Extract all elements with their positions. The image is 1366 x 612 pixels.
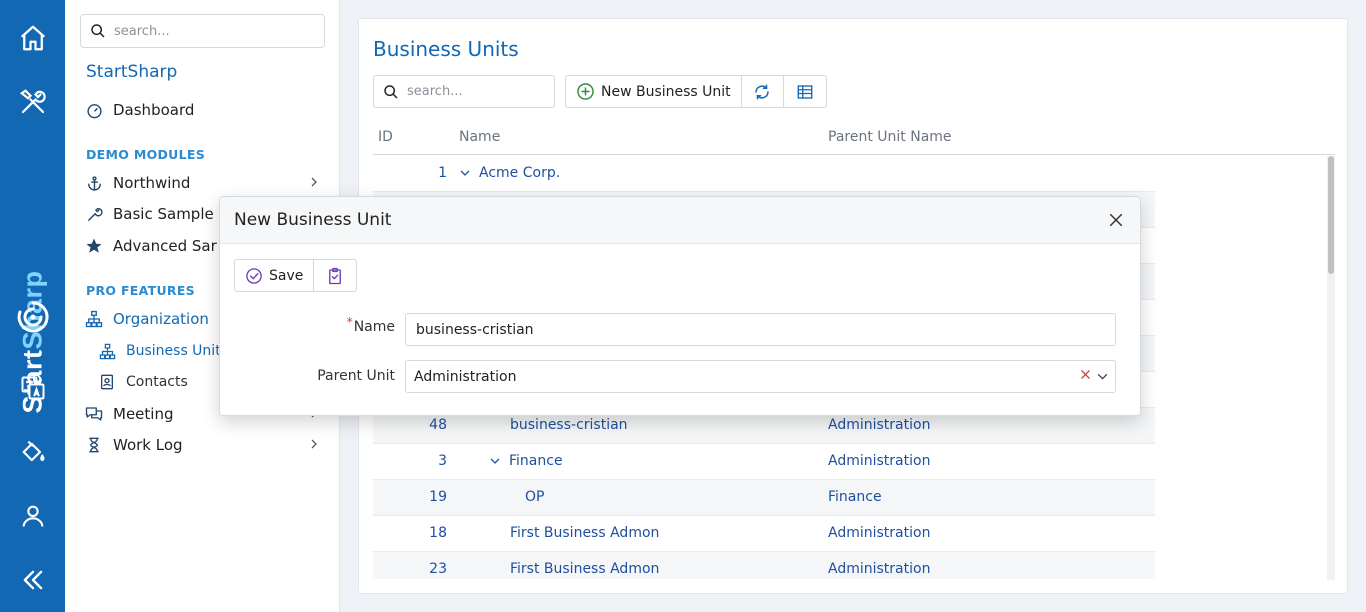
- sidebar-item-label: Basic Sample: [113, 205, 214, 223]
- parent-unit-label: Parent Unit: [317, 368, 395, 384]
- sidebar-search[interactable]: [80, 14, 325, 48]
- left-rail: StartSharp: [0, 0, 65, 612]
- hourglass-icon: [85, 436, 103, 454]
- section-pro-features: PRO FEATURES: [86, 283, 195, 298]
- sidebar-item-label: Business Unit: [126, 343, 221, 359]
- column-header-id[interactable]: ID: [378, 129, 393, 145]
- cell-parent[interactable]: Administration: [828, 525, 930, 541]
- grid-search[interactable]: [373, 75, 555, 108]
- cell-name[interactable]: Acme Corp.: [459, 165, 560, 181]
- sidebar-item-contacts[interactable]: Contacts: [98, 369, 188, 395]
- sidebar-item-label: Dashboard: [113, 101, 195, 119]
- dialog-title: New Business Unit: [234, 210, 392, 230]
- grid-header: ID Name Parent Unit Name: [373, 123, 1335, 155]
- cell-parent[interactable]: Administration: [828, 453, 930, 469]
- tools-icon[interactable]: [0, 82, 65, 122]
- cell-name[interactable]: Finance: [489, 453, 563, 469]
- chevron-down-icon[interactable]: [1096, 370, 1109, 387]
- name-label: *Name: [346, 315, 395, 335]
- org-chart-icon: [85, 310, 103, 328]
- grid-search-input[interactable]: [407, 84, 547, 99]
- new-business-unit-label: New Business Unit: [601, 83, 731, 100]
- chevron-down-icon[interactable]: [459, 167, 471, 179]
- chat-icon: [85, 405, 103, 423]
- grid-scrollbar[interactable]: [1327, 156, 1335, 580]
- cell-name[interactable]: First Business Admon: [510, 561, 659, 577]
- anchor-icon: [85, 174, 103, 192]
- parent-unit-select[interactable]: Administration: [405, 360, 1116, 393]
- dialog-toolbar: Save: [234, 259, 358, 292]
- wrench-icon: [85, 205, 103, 223]
- table-row[interactable]: 23 First Business Admon Administration: [373, 552, 1155, 579]
- section-demo-modules: DEMO MODULES: [86, 147, 206, 162]
- cell-name[interactable]: OP: [525, 489, 544, 505]
- translate-icon[interactable]: [0, 368, 65, 408]
- dialog-header: New Business Unit: [220, 197, 1140, 244]
- cell-name[interactable]: business-cristian: [510, 417, 628, 433]
- cell-id: 18: [429, 525, 447, 541]
- search-icon: [384, 84, 398, 99]
- cell-id: 3: [438, 453, 447, 469]
- table-row[interactable]: 3 Finance Administration: [373, 444, 1155, 480]
- cell-parent[interactable]: Finance: [828, 489, 882, 505]
- scrollbar-thumb[interactable]: [1328, 156, 1334, 274]
- sidebar-item-label: Organization: [113, 310, 209, 328]
- column-picker-button[interactable]: [784, 76, 826, 107]
- swirl-logo-icon: [0, 297, 65, 337]
- column-header-name[interactable]: Name: [459, 129, 500, 145]
- clipboard-check-icon: [329, 267, 342, 284]
- sidebar-item-northwind[interactable]: Northwind: [85, 169, 330, 197]
- column-header-parent[interactable]: Parent Unit Name: [828, 129, 952, 145]
- add-circle-icon: [577, 83, 594, 100]
- new-business-unit-button[interactable]: New Business Unit: [566, 76, 742, 107]
- cell-parent[interactable]: Administration: [828, 561, 930, 577]
- org-chart-icon: [98, 342, 116, 360]
- cell-parent[interactable]: Administration: [828, 417, 930, 433]
- sidebar-item-label: Contacts: [126, 374, 188, 390]
- search-icon: [91, 24, 105, 38]
- table-icon: [797, 84, 813, 99]
- speedometer-icon: [85, 101, 103, 119]
- sidebar-item-dashboard[interactable]: Dashboard: [85, 96, 330, 124]
- cell-id: 1: [438, 165, 447, 181]
- sidebar-item-label: Meeting: [113, 405, 174, 423]
- contact-card-icon: [98, 373, 116, 391]
- new-business-unit-dialog: New Business Unit Save *Name business-cr…: [219, 196, 1141, 416]
- chevron-down-icon[interactable]: [489, 455, 501, 467]
- paint-bucket-icon[interactable]: [0, 432, 65, 472]
- clear-icon[interactable]: [1080, 368, 1091, 384]
- sidebar-title: StartSharp: [86, 62, 178, 82]
- table-row[interactable]: 19 OP Finance: [373, 480, 1155, 516]
- close-icon: [1109, 213, 1123, 227]
- save-button[interactable]: Save: [235, 260, 315, 291]
- cell-id: 23: [429, 561, 447, 577]
- sidebar-item-label: Northwind: [113, 174, 191, 192]
- name-field[interactable]: business-cristian: [405, 313, 1116, 346]
- collapse-icon[interactable]: [0, 560, 65, 600]
- refresh-icon: [755, 84, 769, 99]
- star-icon: [85, 237, 103, 255]
- close-button[interactable]: [1104, 208, 1128, 232]
- sidebar-item-label: Work Log: [113, 436, 183, 454]
- sidebar-item-label: Advanced Sar: [113, 237, 217, 255]
- cell-name[interactable]: First Business Admon: [510, 525, 659, 541]
- refresh-button[interactable]: [742, 76, 784, 107]
- table-row[interactable]: 1 Acme Corp.: [373, 156, 1155, 192]
- page-title: Business Units: [373, 37, 519, 61]
- table-row[interactable]: 18 First Business Admon Administration: [373, 516, 1155, 552]
- sidebar-item-business-units[interactable]: Business Unit: [98, 338, 221, 364]
- save-label: Save: [269, 267, 304, 284]
- user-icon[interactable]: [0, 496, 65, 536]
- apply-changes-button[interactable]: [314, 260, 356, 291]
- sidebar-item-work-log[interactable]: Work Log: [85, 431, 330, 459]
- cell-id: 19: [429, 489, 447, 505]
- sidebar-search-input[interactable]: [114, 23, 304, 39]
- cell-id: 48: [429, 417, 447, 433]
- check-circle-icon: [246, 267, 262, 284]
- home-icon[interactable]: [0, 18, 65, 58]
- chevron-right-icon: [308, 436, 320, 454]
- grid-toolbar: New Business Unit: [565, 75, 827, 108]
- chevron-right-icon: [308, 174, 320, 192]
- parent-unit-value: Administration: [414, 368, 517, 385]
